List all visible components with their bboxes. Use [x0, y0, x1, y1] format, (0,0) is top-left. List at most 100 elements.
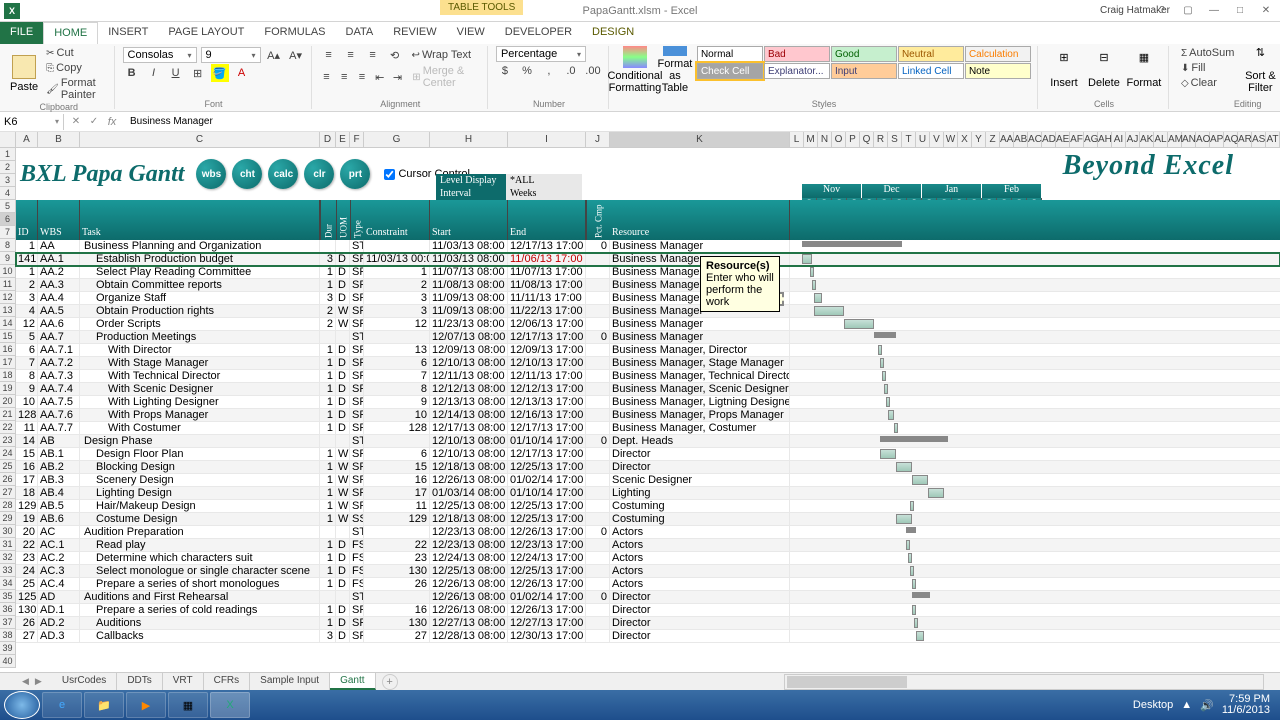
format-as-table-button[interactable]: Format as Table: [657, 46, 693, 94]
wbs-button[interactable]: wbs: [196, 159, 226, 189]
style-calculation[interactable]: Calculation: [965, 46, 1031, 62]
decrease-font-icon[interactable]: A▾: [287, 46, 305, 64]
insert-button[interactable]: ⊞Insert: [1046, 46, 1082, 94]
align-left-icon[interactable]: ≡: [320, 68, 334, 86]
task-row[interactable]: 17AB.3Scenery Design1WSF1612/26/13 08:00…: [16, 474, 1280, 487]
style-note[interactable]: Note: [965, 63, 1031, 79]
tab-design[interactable]: DESIGN: [582, 22, 644, 44]
name-box[interactable]: K6▾: [0, 114, 64, 130]
worksheet-area[interactable]: 1234567891011121314151617181920212223242…: [0, 148, 1280, 670]
select-all-corner[interactable]: [0, 132, 16, 147]
autosum-button[interactable]: Σ AutoSum: [1177, 46, 1238, 60]
wrap-text-button[interactable]: ↩ Wrap Text: [408, 48, 476, 62]
sheet-tab-sample input[interactable]: Sample Input: [250, 673, 330, 690]
windows-taskbar[interactable]: e 📁 ▶ ▦ X Desktop▲🔊 7:59 PM11/6/2013: [0, 690, 1280, 720]
align-bot-icon[interactable]: ≡: [364, 46, 382, 64]
calc-button[interactable]: calc: [268, 159, 298, 189]
conditional-formatting-button[interactable]: Conditional Formatting: [617, 46, 653, 94]
task-row[interactable]: 1AA.2Select Play Reading Committee1DSF11…: [16, 266, 1280, 279]
taskbar-media-icon[interactable]: ▶: [126, 692, 166, 718]
task-row[interactable]: 26AD.2Auditions1DSF13012/27/13 08:0012/2…: [16, 617, 1280, 630]
style-explanator-[interactable]: Explanator...: [764, 63, 830, 79]
tab-insert[interactable]: INSERT: [98, 22, 158, 44]
task-row[interactable]: 27AD.3Callbacks3DSF2712/28/13 08:0012/30…: [16, 630, 1280, 643]
border-button[interactable]: ⊞: [189, 64, 207, 82]
style-neutral[interactable]: Neutral: [898, 46, 964, 62]
start-button[interactable]: [4, 691, 40, 719]
indent-dec-icon[interactable]: ⇤: [373, 68, 387, 86]
delete-button[interactable]: ⊟Delete: [1086, 46, 1122, 94]
task-row[interactable]: 3AA.4Organize Staff3DSF311/09/13 08:0011…: [16, 292, 1280, 305]
increase-font-icon[interactable]: A▴: [265, 46, 283, 64]
clear-button[interactable]: ◇ Clear: [1177, 76, 1238, 90]
style-normal[interactable]: Normal: [697, 46, 763, 62]
align-top-icon[interactable]: ≡: [320, 46, 338, 64]
taskbar-excel-icon[interactable]: X: [210, 692, 250, 718]
sheet-tab-cfrs[interactable]: CFRs: [204, 673, 251, 690]
tab-developer[interactable]: DEVELOPER: [495, 22, 582, 44]
task-row[interactable]: 1AABusiness Planning and OrganizationST1…: [16, 240, 1280, 253]
tab-view[interactable]: VIEW: [447, 22, 495, 44]
number-format-combo[interactable]: Percentage▾: [496, 46, 586, 62]
style-good[interactable]: Good: [831, 46, 897, 62]
clr-button[interactable]: clr: [304, 159, 334, 189]
dec-decimal-icon[interactable]: .00: [584, 62, 602, 80]
indent-inc-icon[interactable]: ⇥: [391, 68, 405, 86]
task-row[interactable]: 20ACAudition PreparationST12/23/13 08:00…: [16, 526, 1280, 539]
ribbon-options-icon[interactable]: ▢: [1176, 3, 1200, 19]
align-right-icon[interactable]: ≡: [355, 68, 369, 86]
tab-page layout[interactable]: PAGE LAYOUT: [158, 22, 254, 44]
style-check-cell[interactable]: Check Cell: [697, 63, 763, 79]
align-center-icon[interactable]: ≡: [337, 68, 351, 86]
horizontal-scrollbar[interactable]: [784, 674, 1264, 690]
task-row[interactable]: 12AA.6Order Scripts2WSF1211/23/13 08:001…: [16, 318, 1280, 331]
format-painter-button[interactable]: 🖌 Format Painter: [42, 76, 107, 102]
maximize-icon[interactable]: □: [1228, 3, 1252, 19]
task-row[interactable]: 2AA.3Obtain Committee reports1DSF211/08/…: [16, 279, 1280, 292]
task-row[interactable]: 125ADAuditions and First RehearsalST12/2…: [16, 591, 1280, 604]
bold-button[interactable]: B: [123, 64, 141, 82]
fx-icon[interactable]: fx: [104, 116, 120, 128]
task-row[interactable]: 24AC.3Select monologue or single charact…: [16, 565, 1280, 578]
task-row[interactable]: 130AD.1Prepare a series of cold readings…: [16, 604, 1280, 617]
task-row[interactable]: 7AA.7.2With Stage Manager1DSF612/10/13 0…: [16, 357, 1280, 370]
format-button[interactable]: ▦Format: [1126, 46, 1162, 94]
column-headers[interactable]: ABCDEFGHIJKLMNOPQRSTUVWXYZAAABACADAEAFAG…: [0, 132, 1280, 148]
cht-button[interactable]: cht: [232, 159, 262, 189]
taskbar-app-icon[interactable]: ▦: [168, 692, 208, 718]
copy-button[interactable]: ⎘ Copy: [42, 61, 107, 75]
task-row[interactable]: 129AB.5Hair/Makeup Design1WSF1112/25/13 …: [16, 500, 1280, 513]
minimize-icon[interactable]: —: [1202, 3, 1226, 19]
cell-styles-gallery[interactable]: NormalBadGoodNeutralCalculationCheck Cel…: [697, 46, 1031, 79]
row-headers[interactable]: 1234567891011121314151617181920212223242…: [0, 148, 16, 668]
help-icon[interactable]: ?: [1150, 3, 1174, 19]
cancel-formula-icon[interactable]: ✕: [68, 116, 84, 128]
task-row[interactable]: 16AB.2Blocking Design1WSF1512/18/13 08:0…: [16, 461, 1280, 474]
sheet-tab-usrcodes[interactable]: UsrCodes: [52, 673, 117, 690]
task-row[interactable]: 14ABDesign PhaseST12/10/13 08:0001/10/14…: [16, 435, 1280, 448]
task-row[interactable]: 8AA.7.3With Technical Director1DSF712/11…: [16, 370, 1280, 383]
inc-decimal-icon[interactable]: .0: [562, 62, 580, 80]
tab-file[interactable]: FILE: [0, 22, 43, 44]
sheet-nav[interactable]: ◀▶: [20, 676, 44, 687]
tab-formulas[interactable]: FORMULAS: [254, 22, 335, 44]
align-mid-icon[interactable]: ≡: [342, 46, 360, 64]
comma-icon[interactable]: ,: [540, 62, 558, 80]
taskbar-ie-icon[interactable]: e: [42, 692, 82, 718]
style-input[interactable]: Input: [831, 63, 897, 79]
taskbar-explorer-icon[interactable]: 📁: [84, 692, 124, 718]
sheet-tab-gantt[interactable]: Gantt: [330, 673, 375, 690]
font-color-button[interactable]: A: [233, 64, 251, 82]
orientation-icon[interactable]: ⟲: [386, 46, 404, 64]
font-size-combo[interactable]: 9▾: [201, 47, 261, 63]
sheet-tab-ddts[interactable]: DDTs: [117, 673, 162, 690]
task-row[interactable]: 128AA.7.6With Props Manager1DSF1012/14/1…: [16, 409, 1280, 422]
prt-button[interactable]: prt: [340, 159, 370, 189]
sheet-tab-vrt[interactable]: VRT: [163, 673, 204, 690]
tab-review[interactable]: REVIEW: [383, 22, 446, 44]
task-row[interactable]: 6AA.7.1With Director1DSF1312/09/13 08:00…: [16, 344, 1280, 357]
cut-button[interactable]: ✂ Cut: [42, 46, 107, 60]
system-tray[interactable]: Desktop▲🔊 7:59 PM11/6/2013: [1133, 694, 1276, 716]
task-row[interactable]: 11AA.7.7With Costumer1DSF12812/17/13 08:…: [16, 422, 1280, 435]
accept-formula-icon[interactable]: ✓: [86, 116, 102, 128]
